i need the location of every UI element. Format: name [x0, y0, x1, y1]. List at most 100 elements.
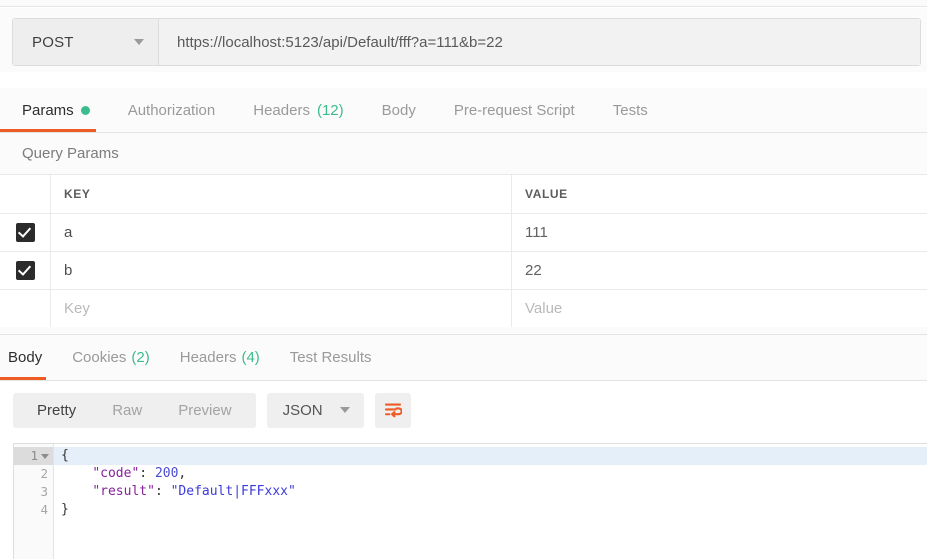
response-tab-body[interactable]: Body	[0, 335, 47, 380]
response-tab-headers[interactable]: Headers (4)	[180, 335, 260, 380]
param-value-text: 111	[525, 224, 548, 241]
param-key-text: b	[64, 262, 73, 279]
chevron-down-icon	[339, 407, 350, 413]
code-line-2: "code": 200,	[54, 465, 927, 483]
tab-pre-request-script-label: Pre-request Script	[453, 101, 575, 119]
word-wrap-toggle-button[interactable]	[374, 392, 411, 428]
editor-gutter: 1 2 3 4	[14, 444, 54, 559]
gutter-line-4[interactable]: 4	[14, 501, 53, 519]
request-url-row: POST https://localhost:5123/api/Default/…	[0, 8, 927, 72]
table-row: b 22	[0, 252, 927, 290]
header-checkbox-cell	[0, 175, 51, 213]
tab-tests-label: Tests	[612, 101, 648, 119]
params-active-dot-icon	[80, 105, 90, 115]
response-tab-headers-count: (4)	[241, 349, 260, 366]
code-line-3: "result": "Default|FFFxxx"	[54, 483, 927, 501]
json-comma-1: ,	[178, 466, 187, 481]
row-key-cell[interactable]: b	[51, 252, 512, 289]
postman-request-response-pane: POST https://localhost:5123/api/Default/…	[0, 0, 927, 559]
tab-authorization-label: Authorization	[127, 101, 216, 119]
table-row-empty: Key Value	[0, 290, 927, 328]
query-params-heading-label: Query Params	[22, 145, 119, 162]
query-params-table: KEY VALUE a 111 b 22 Key Value	[0, 175, 927, 328]
row-key-cell[interactable]: a	[51, 214, 512, 251]
response-body-editor[interactable]: 1 2 3 4 { "code": 200, "result": "Defaul…	[13, 443, 927, 559]
code-line-1: {	[54, 447, 927, 465]
tab-body-label: Body	[381, 101, 416, 119]
gutter-line-3[interactable]: 3	[14, 483, 53, 501]
tab-headers-label: Headers	[253, 101, 310, 119]
tab-params-label: Params	[22, 101, 74, 119]
http-method-dropdown[interactable]: POST	[13, 19, 159, 65]
header-value-cell: VALUE	[512, 175, 927, 213]
request-url-text: https://localhost:5123/api/Default/fff?a…	[177, 33, 503, 51]
query-params-heading: Query Params	[0, 133, 927, 175]
response-tab-cookies[interactable]: Cookies (2)	[72, 335, 150, 380]
code-fold-icon[interactable]	[41, 454, 49, 459]
http-method-label: POST	[32, 33, 74, 51]
tab-authorization[interactable]: Authorization	[128, 88, 216, 132]
json-key-result: "result"	[92, 484, 155, 499]
gutter-line-3-number: 3	[40, 484, 48, 499]
gutter-line-2[interactable]: 2	[14, 465, 53, 483]
response-tab-headers-label: Headers	[179, 349, 237, 366]
response-tabbar: Body Cookies (2) Headers (4) Test Result…	[0, 335, 927, 381]
view-preview-button[interactable]: Preview	[160, 393, 249, 428]
param-enabled-checkbox[interactable]	[15, 261, 35, 280]
gutter-line-1[interactable]: 1	[14, 447, 53, 465]
param-key-text: a	[64, 224, 73, 241]
tab-headers-count: (12)	[316, 101, 344, 119]
word-wrap-icon	[384, 403, 402, 418]
tab-pre-request-script[interactable]: Pre-request Script	[454, 88, 575, 132]
gutter-line-4-number: 4	[40, 502, 48, 517]
response-tab-test-results-label: Test Results	[289, 349, 372, 366]
view-raw-button[interactable]: Raw	[94, 393, 160, 428]
code-line-1-text: {	[61, 448, 69, 463]
code-line-4-text: }	[61, 502, 69, 517]
response-format-dropdown[interactable]: JSON	[266, 392, 364, 428]
response-tab-cookies-label: Cookies	[72, 349, 127, 366]
param-enabled-checkbox[interactable]	[15, 223, 35, 242]
json-colon-2: :	[154, 484, 171, 499]
request-url-input[interactable]: https://localhost:5123/api/Default/fff?a…	[159, 19, 920, 65]
gutter-line-2-number: 2	[40, 466, 48, 481]
response-tab-cookies-count: (2)	[131, 349, 150, 366]
new-param-key-placeholder: Key	[64, 300, 90, 317]
row-value-cell[interactable]: 111	[512, 214, 927, 251]
url-composer: POST https://localhost:5123/api/Default/…	[12, 18, 921, 66]
gutter-line-1-number: 1	[30, 448, 38, 463]
table-row: a 111	[0, 214, 927, 252]
json-colon-1: :	[139, 466, 155, 481]
row-checkbox-cell	[0, 214, 51, 251]
response-view-segmented-control: Pretty Raw Preview	[13, 392, 256, 428]
json-value-result: "Default|FFFxxx"	[170, 484, 296, 499]
json-key-code: "code"	[92, 466, 140, 481]
params-response-divider	[0, 327, 927, 335]
response-format-label: JSON	[282, 401, 323, 419]
row-value-cell[interactable]: 22	[512, 252, 927, 289]
new-param-value-input[interactable]: Value	[512, 290, 927, 327]
tab-body[interactable]: Body	[382, 88, 416, 132]
code-line-4: }	[54, 501, 927, 519]
new-param-key-input[interactable]: Key	[51, 290, 512, 327]
json-value-code: 200	[154, 466, 179, 481]
column-header-value: VALUE	[525, 187, 568, 201]
tab-tests[interactable]: Tests	[613, 88, 648, 132]
tab-params[interactable]: Params	[0, 88, 96, 132]
chevron-down-icon	[134, 39, 144, 45]
tab-headers[interactable]: Headers (12)	[253, 88, 343, 132]
top-divider-strip	[0, 0, 927, 7]
new-param-value-placeholder: Value	[525, 300, 563, 317]
row-checkbox-cell	[0, 252, 51, 289]
table-header-row: KEY VALUE	[0, 175, 927, 214]
param-value-text: 22	[525, 262, 542, 279]
header-key-cell: KEY	[51, 175, 512, 213]
row-checkbox-cell-empty	[0, 290, 51, 327]
response-tab-body-label: Body	[8, 349, 43, 366]
request-tabbar: Params Authorization Headers (12) Body P…	[0, 88, 927, 133]
view-pretty-button[interactable]: Pretty	[19, 393, 94, 428]
column-header-key: KEY	[64, 187, 91, 201]
response-body-toolbar: Pretty Raw Preview JSON	[0, 381, 927, 439]
editor-code-area[interactable]: { "code": 200, "result": "Default|FFFxxx…	[54, 444, 927, 559]
response-tab-test-results[interactable]: Test Results	[290, 335, 372, 380]
